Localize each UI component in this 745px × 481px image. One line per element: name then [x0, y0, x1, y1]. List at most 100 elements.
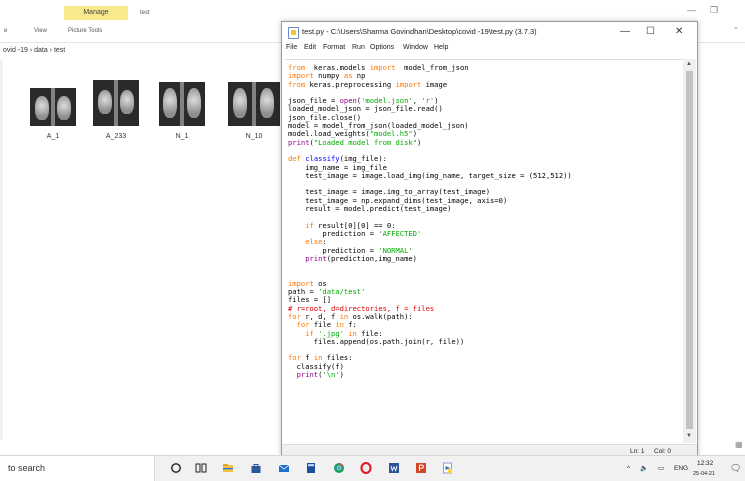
- ribbon-expand-chevron-icon[interactable]: ⌄: [733, 23, 739, 31]
- python-idle-icon[interactable]: [442, 462, 454, 474]
- code-token: "Loaded model from disk": [313, 137, 417, 147]
- minimize-icon[interactable]: —: [620, 22, 630, 42]
- menu-format[interactable]: Format: [323, 44, 345, 51]
- code-token: print: [305, 253, 327, 263]
- window-title: test.py - C:\Users\Sharma Govindhan\Desk…: [302, 27, 537, 36]
- code-token: files.append(os.path.join(r, file)): [288, 336, 465, 346]
- code-token: result = model.predict(test_image): [288, 204, 452, 214]
- xray-thumbnail-a233[interactable]: [93, 80, 139, 126]
- xray-left-lung-icon: [163, 88, 177, 118]
- clock-time[interactable]: 12:32: [697, 459, 713, 469]
- task-view-icon[interactable]: [195, 462, 207, 474]
- navigation-pane-edge: [0, 60, 3, 440]
- code-line[interactable]: files.append(os.path.join(r, file)): [288, 337, 464, 346]
- xray-spine-icon: [51, 88, 55, 126]
- mail-icon[interactable]: [278, 462, 290, 474]
- taskbar-search-box[interactable]: to search: [0, 456, 155, 481]
- picture-tools-tab[interactable]: Picture Tools: [68, 28, 102, 34]
- menu-file[interactable]: File: [286, 44, 297, 51]
- vertical-scrollbar[interactable]: ▲ ▼: [683, 59, 696, 443]
- thumbnail-label: N_10: [245, 133, 263, 140]
- code-token: image: [421, 79, 448, 89]
- menu-bar: File Edit Format Run Options Window Help: [282, 42, 697, 56]
- code-line[interactable]: test_image = image.load_img(img_name, ta…: [288, 171, 572, 180]
- menu-help[interactable]: Help: [434, 44, 448, 51]
- code-token: import: [369, 63, 396, 72]
- code-line[interactable]: print(prediction,img_name): [288, 254, 417, 263]
- code-token: from: [288, 79, 306, 89]
- xray-left-lung-icon: [35, 96, 49, 120]
- idle-title-bar: test.py - C:\Users\Sharma Govindhan\Desk…: [282, 22, 697, 42]
- xray-right-lung-icon: [57, 96, 71, 120]
- explorer-maximize-icon[interactable]: ❐: [710, 5, 718, 16]
- language-indicator[interactable]: ENG: [674, 456, 688, 481]
- code-line[interactable]: print("Loaded model from disk"): [288, 138, 421, 147]
- breadcrumb[interactable]: ovid -19 › data › test: [0, 44, 283, 58]
- menu-run[interactable]: Run: [352, 44, 365, 51]
- xray-thumbnail-a1[interactable]: [30, 88, 76, 126]
- close-icon[interactable]: ✕: [675, 22, 683, 42]
- cortana-icon[interactable]: [170, 462, 182, 474]
- menu-window[interactable]: Window: [403, 44, 428, 51]
- view-toggle-icon[interactable]: ▦: [735, 440, 743, 449]
- code-token: ): [417, 137, 422, 147]
- code-text[interactable]: from keras.models import model_from_json…: [288, 63, 572, 379]
- xray-left-lung-icon: [233, 88, 247, 118]
- word-icon[interactable]: [388, 462, 400, 474]
- xray-right-lung-icon: [120, 90, 134, 114]
- line-number: Ln: 1: [630, 448, 645, 455]
- file-tab[interactable]: e: [4, 28, 7, 34]
- code-line[interactable]: print('\n'): [288, 370, 344, 379]
- xray-spine-icon: [114, 80, 118, 126]
- tray-expand-icon[interactable]: ^: [627, 456, 630, 481]
- store-icon[interactable]: [250, 462, 262, 474]
- xray-spine-icon: [180, 82, 184, 126]
- battery-icon[interactable]: ▭: [658, 456, 664, 481]
- code-line[interactable]: result = model.predict(test_image): [288, 204, 451, 213]
- code-editor[interactable]: from keras.models import model_from_json…: [285, 59, 683, 444]
- scroll-up-icon[interactable]: ▲: [686, 61, 692, 67]
- python-file-icon: [288, 27, 299, 39]
- chrome-icon[interactable]: [333, 462, 345, 474]
- notifications-icon[interactable]: 🗨: [730, 456, 741, 481]
- manage-tab[interactable]: Manage: [64, 6, 128, 20]
- code-token: 'AFFECTED': [378, 228, 422, 238]
- scrollbar-thumb[interactable]: [686, 71, 693, 429]
- code-token: '\n': [322, 369, 340, 379]
- opera-icon[interactable]: [360, 462, 372, 474]
- xray-right-lung-icon: [260, 88, 274, 118]
- code-token: (prediction,img_name): [326, 253, 417, 263]
- xray-thumbnail-n1[interactable]: [159, 82, 205, 126]
- menu-options[interactable]: Options: [370, 44, 394, 51]
- idle-editor-window: test.py - C:\Users\Sharma Govindhan\Desk…: [281, 21, 698, 460]
- volume-icon[interactable]: 🔈: [640, 456, 648, 481]
- explorer-title-suffix: test: [140, 10, 150, 16]
- xray-spine-icon: [252, 82, 256, 126]
- calculator-icon[interactable]: [305, 462, 317, 474]
- powerpoint-icon[interactable]: [415, 462, 427, 474]
- xray-right-lung-icon: [187, 88, 201, 118]
- xray-left-lung-icon: [98, 90, 112, 114]
- thumbnail-label: A_233: [105, 133, 127, 140]
- code-token: print: [296, 369, 319, 379]
- thumbnail-label: A_1: [46, 133, 60, 140]
- view-tab[interactable]: View: [34, 28, 47, 34]
- code-token: keras.preprocessing: [305, 79, 396, 89]
- xray-thumbnail-n10[interactable]: [228, 82, 280, 126]
- code-token: test_image = image.load_img(img_name, ta…: [288, 170, 572, 180]
- scroll-down-icon[interactable]: ▼: [686, 433, 692, 439]
- code-line[interactable]: from keras.preprocessing import image: [288, 80, 447, 89]
- column-number: Col: 0: [654, 448, 671, 455]
- clock-date[interactable]: 25-04-21: [693, 469, 715, 479]
- maximize-icon[interactable]: ☐: [646, 22, 655, 42]
- code-token: ): [339, 369, 344, 379]
- code-token: model_from_json: [395, 63, 469, 72]
- explorer-minimize-icon[interactable]: —: [687, 5, 696, 15]
- thumbnail-label: N_1: [175, 133, 189, 140]
- code-token: print: [288, 137, 310, 147]
- menu-edit[interactable]: Edit: [304, 44, 316, 51]
- code-token: import: [395, 79, 422, 89]
- file-explorer-icon[interactable]: [222, 462, 234, 474]
